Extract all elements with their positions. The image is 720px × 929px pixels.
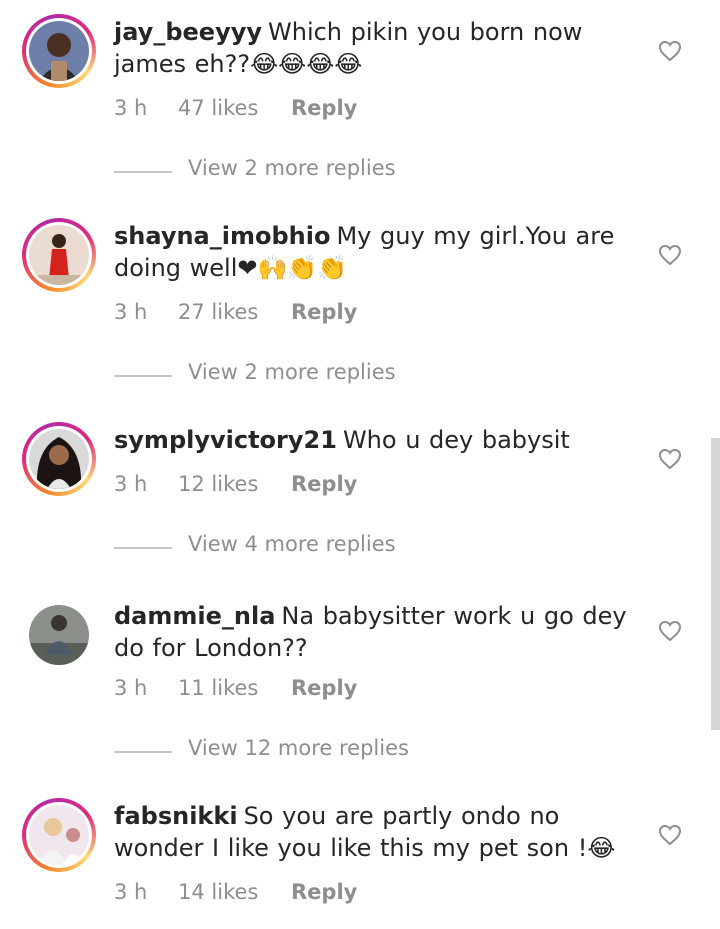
reply-button[interactable]: Reply xyxy=(291,96,357,120)
view-replies-label: View 2 more replies xyxy=(188,360,396,384)
comment-time: 3 h xyxy=(114,880,148,904)
view-replies-button[interactable]: View 2 more replies xyxy=(114,360,514,390)
comment-likes[interactable]: 14 likes xyxy=(178,880,258,904)
comment-time: 3 h xyxy=(114,472,148,496)
comment-body: symplyvictory21 Who u dey babysit xyxy=(114,424,634,456)
comment-likes[interactable]: 11 likes xyxy=(178,676,258,700)
avatar[interactable] xyxy=(29,429,89,489)
comment-username[interactable]: fabsnikki xyxy=(114,802,238,830)
comment-username[interactable]: dammie_nla xyxy=(114,602,275,630)
story-ring[interactable] xyxy=(22,422,96,496)
comment-username[interactable]: shayna_imobhio xyxy=(114,222,330,250)
divider xyxy=(114,171,172,173)
divider xyxy=(114,547,172,549)
story-ring[interactable] xyxy=(22,14,96,88)
comment-username[interactable]: symplyvictory21 xyxy=(114,426,337,454)
comment-body: jay_beeyyy Which pikin you born now james… xyxy=(114,16,634,80)
reply-button[interactable]: Reply xyxy=(291,300,357,324)
comment-likes[interactable]: 47 likes xyxy=(178,96,258,120)
reply-button[interactable]: Reply xyxy=(291,472,357,496)
comment-list: jay_beeyyy Which pikin you born now james… xyxy=(0,0,720,929)
heart-outline-icon[interactable] xyxy=(658,40,682,62)
comment-time: 3 h xyxy=(114,96,148,120)
view-replies-button[interactable]: View 12 more replies xyxy=(114,736,514,766)
view-replies-button[interactable]: View 4 more replies xyxy=(114,532,514,562)
heart-outline-icon[interactable] xyxy=(658,448,682,470)
comment-time: 3 h xyxy=(114,676,148,700)
avatar[interactable] xyxy=(29,225,89,285)
story-ring[interactable] xyxy=(22,218,96,292)
comment-likes[interactable]: 12 likes xyxy=(178,472,258,496)
scrollbar[interactable] xyxy=(711,438,720,730)
comment-text: Who u dey babysit xyxy=(342,426,570,454)
avatar[interactable] xyxy=(29,605,89,665)
story-ring[interactable] xyxy=(22,798,96,872)
heart-outline-icon[interactable] xyxy=(658,620,682,642)
comment-likes[interactable]: 27 likes xyxy=(178,300,258,324)
avatar-frame[interactable] xyxy=(22,598,96,672)
view-replies-label: View 2 more replies xyxy=(188,156,396,180)
comment-body: dammie_nla Na babysitter work u go dey do… xyxy=(114,600,634,664)
reply-button[interactable]: Reply xyxy=(291,676,357,700)
view-replies-label: View 12 more replies xyxy=(188,736,409,760)
comment-time: 3 h xyxy=(114,300,148,324)
avatar[interactable] xyxy=(29,805,89,865)
divider xyxy=(114,751,172,753)
comment-body: shayna_imobhio My guy my girl.You are doi… xyxy=(114,220,634,284)
comment-body: fabsnikki So you are partly ondo no wonde… xyxy=(114,800,634,864)
divider xyxy=(114,375,172,377)
view-replies-button[interactable]: View 2 more replies xyxy=(114,156,514,186)
reply-button[interactable]: Reply xyxy=(291,880,357,904)
view-replies-label: View 4 more replies xyxy=(188,532,396,556)
avatar[interactable] xyxy=(29,21,89,81)
heart-outline-icon[interactable] xyxy=(658,824,682,846)
comment-username[interactable]: jay_beeyyy xyxy=(114,18,262,46)
heart-outline-icon[interactable] xyxy=(658,244,682,266)
